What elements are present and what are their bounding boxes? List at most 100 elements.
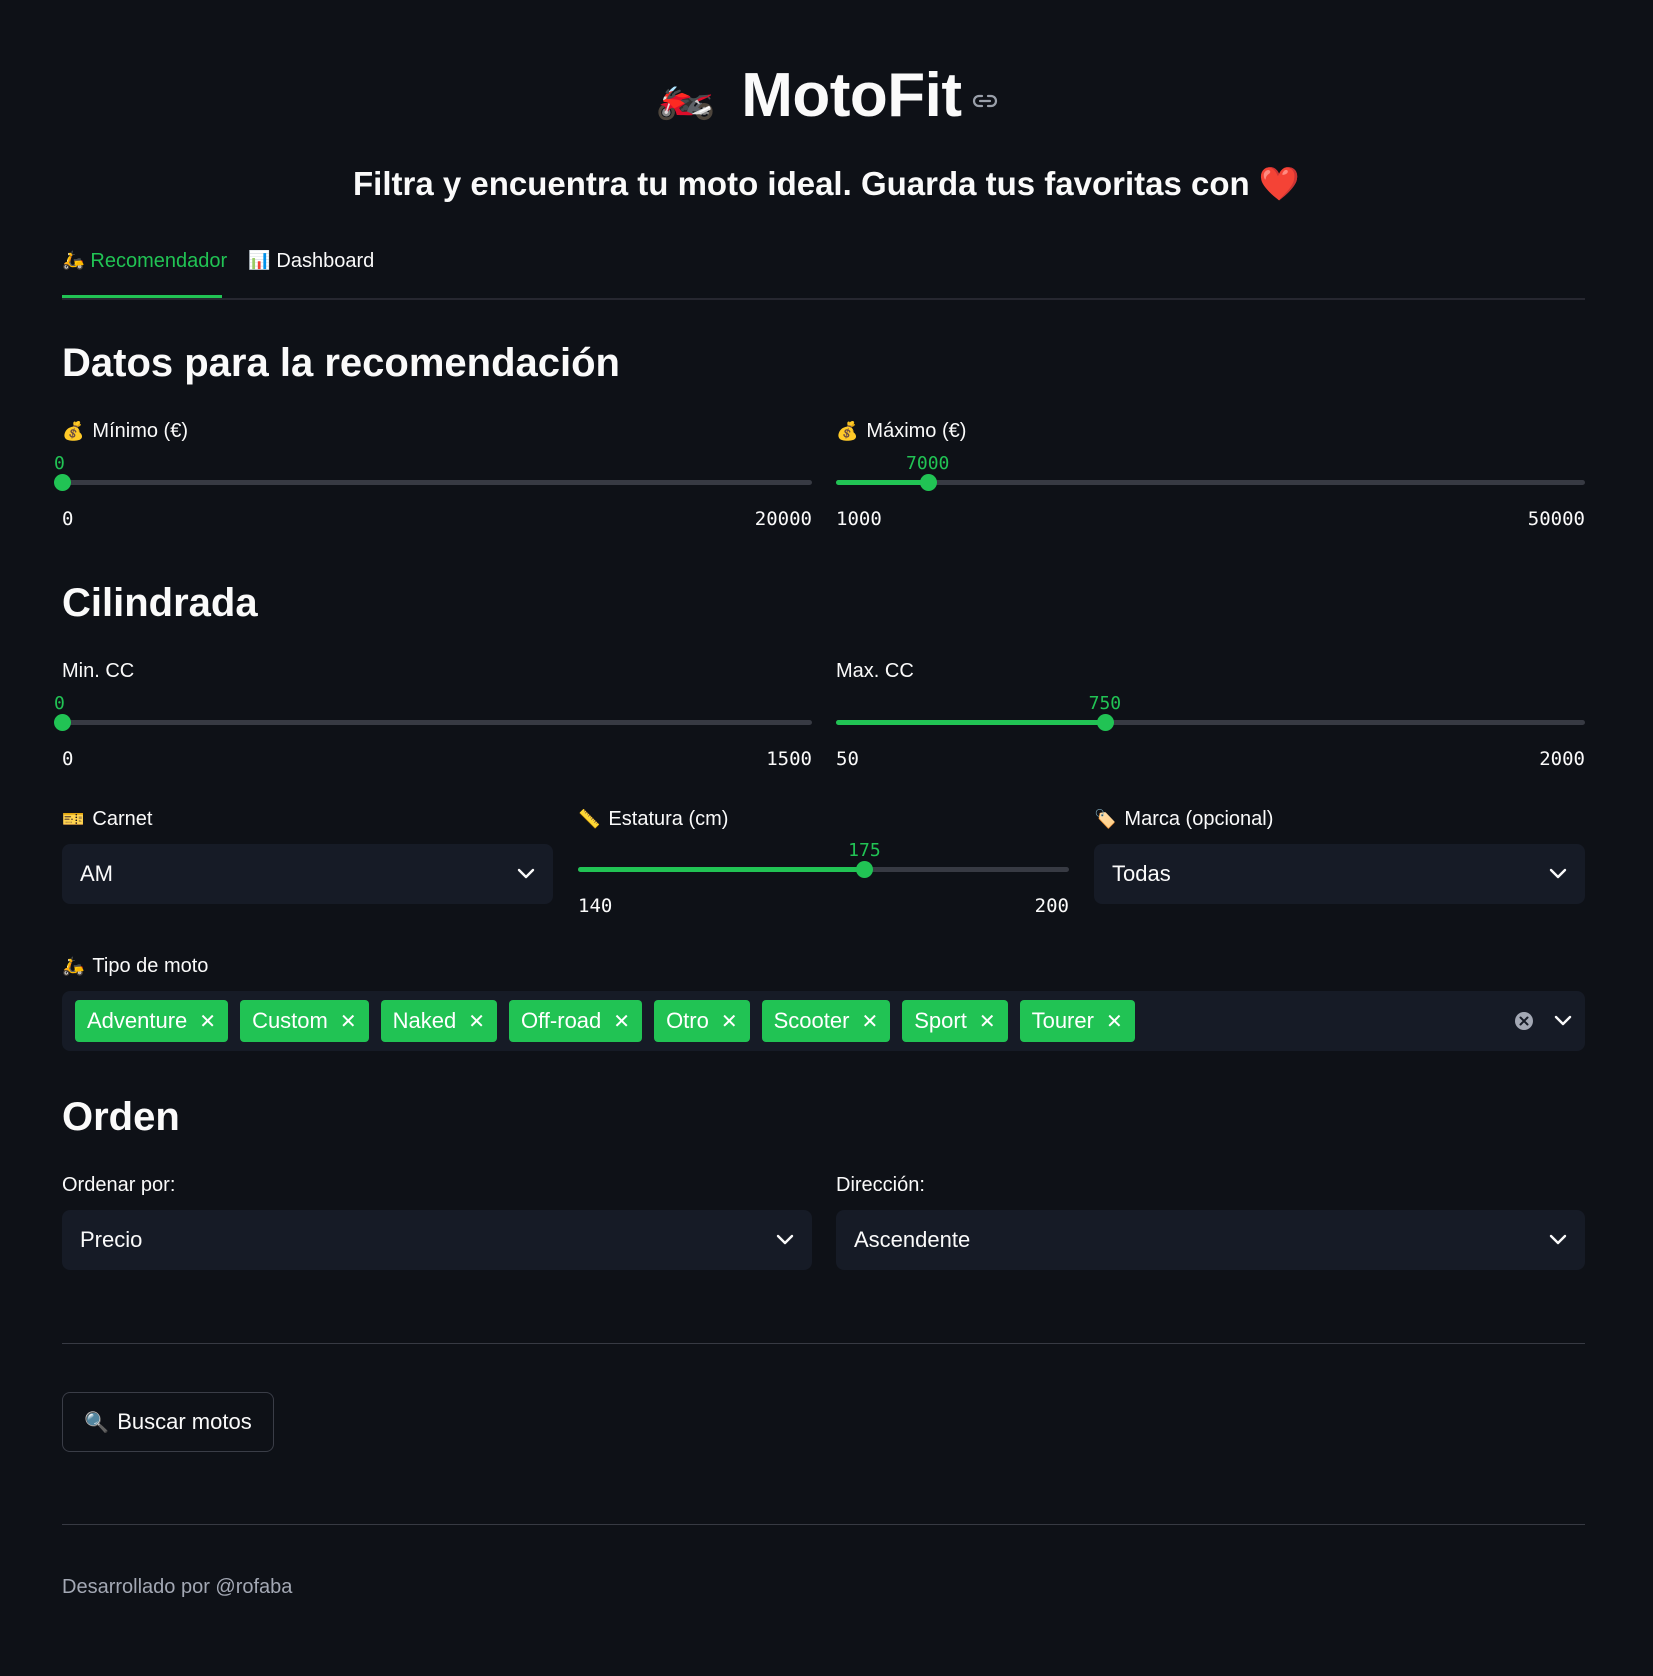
chip-custom: Custom ✕ xyxy=(240,1000,369,1042)
sort-select[interactable]: Precio xyxy=(62,1210,812,1270)
chip-label: Sport xyxy=(914,1008,967,1033)
price-min-slider[interactable]: 0 0 20000 xyxy=(54,453,812,530)
close-icon[interactable]: ✕ xyxy=(340,1009,357,1034)
price-min-label-text: Mínimo (€) xyxy=(92,420,188,442)
chevron-down-icon xyxy=(776,1234,794,1246)
divider xyxy=(62,1343,1585,1344)
chip-tourer: Tourer ✕ xyxy=(1019,1000,1135,1042)
cc-max-label: Max. CC xyxy=(836,660,914,682)
chip-label: Adventure xyxy=(87,1008,188,1033)
chip-label: Off-road xyxy=(520,1008,602,1033)
close-icon[interactable]: ✕ xyxy=(721,1009,738,1034)
cc-max-slider[interactable]: 750 50 2000 xyxy=(836,693,1585,770)
motorcycle-icon: 🏍️ xyxy=(655,68,716,121)
estatura-label-text: Estatura (cm) xyxy=(608,808,729,830)
slider-max-label: 200 xyxy=(1034,895,1069,917)
slider-thumb[interactable] xyxy=(856,861,874,878)
tab-bar: 🛵 Recomendador 📊 Dashboard xyxy=(62,250,1585,300)
app-subtitle: Filtra y encuentra tu moto ideal. Guarda… xyxy=(353,165,1300,202)
tipo-multiselect[interactable]: Adventure ✕ Custom ✕ Naked ✕ Off-road ✕ Otro… xyxy=(62,991,1585,1051)
slider-min-label: 140 xyxy=(578,895,613,917)
slider-track xyxy=(62,480,812,485)
sort-label: Ordenar por: xyxy=(62,1174,176,1196)
slider-thumb[interactable] xyxy=(919,474,937,491)
multiselect-controls xyxy=(1514,1011,1572,1031)
carnet-label: 🎫 Carnet xyxy=(62,808,152,831)
chevron-down-icon xyxy=(1549,1234,1567,1246)
chip-off-road: Off-road ✕ xyxy=(508,1000,643,1042)
chip-label: Naked xyxy=(392,1008,457,1033)
slider-track xyxy=(62,720,812,725)
slider-value: 0 xyxy=(54,453,65,474)
slider-min-label: 1000 xyxy=(836,508,882,530)
close-icon[interactable]: ✕ xyxy=(199,1009,216,1034)
chevron-down-icon xyxy=(517,868,535,880)
slider-thumb[interactable] xyxy=(1096,714,1114,731)
carnet-label-text: Carnet xyxy=(92,808,153,830)
price-max-label-text: Máximo (€) xyxy=(866,420,967,442)
close-icon[interactable]: ✕ xyxy=(861,1009,878,1034)
chip-otro: Otro ✕ xyxy=(654,1000,750,1042)
cc-min-slider[interactable]: 0 0 1500 xyxy=(54,693,812,770)
close-icon[interactable]: ✕ xyxy=(979,1009,996,1034)
estatura-label: 📏 Estatura (cm) xyxy=(578,808,728,831)
slider-value: 750 xyxy=(1088,693,1122,714)
slider-min-label: 0 xyxy=(62,748,74,770)
tipo-label: 🛵 Tipo de moto xyxy=(62,955,208,978)
marca-label: 🏷️ Marca (opcional) xyxy=(1094,808,1273,831)
close-icon[interactable]: ✕ xyxy=(613,1009,630,1034)
tab-label: Recomendador xyxy=(90,250,228,272)
tab-recomendador[interactable]: 🛵 Recomendador xyxy=(62,250,227,296)
bar-chart-icon: 📊 xyxy=(248,250,271,270)
chip-label: Otro xyxy=(666,1008,709,1033)
search-button-label: Buscar motos xyxy=(117,1409,252,1434)
chip-adventure: Adventure ✕ xyxy=(75,1000,229,1042)
app-header: 🏍️ MotoFit xyxy=(0,55,1653,135)
marca-select[interactable]: Todas xyxy=(1094,844,1585,904)
price-max-label: 💰 Máximo (€) xyxy=(836,420,966,443)
slider-thumb[interactable] xyxy=(54,714,71,731)
slider-fill xyxy=(836,720,1105,725)
carnet-value: AM xyxy=(80,861,113,886)
ticket-icon: 🎫 xyxy=(62,809,85,829)
close-icon[interactable]: ✕ xyxy=(468,1009,485,1034)
section-title-cilindrada: Cilindrada xyxy=(62,581,258,625)
cc-min-label: Min. CC xyxy=(62,660,135,682)
slider-min-label: 0 xyxy=(62,508,74,530)
slider-max-label: 50000 xyxy=(1527,508,1585,530)
tab-label: Dashboard xyxy=(276,250,375,272)
direction-select[interactable]: Ascendente xyxy=(836,1210,1585,1270)
money-bag-icon: 💰 xyxy=(836,421,859,441)
marca-value: Todas xyxy=(1112,861,1171,886)
slider-value: 0 xyxy=(54,693,65,714)
tab-dashboard[interactable]: 📊 Dashboard xyxy=(248,250,374,296)
sort-value: Precio xyxy=(80,1227,143,1252)
slider-track xyxy=(836,480,1585,485)
chevron-down-icon[interactable] xyxy=(1554,1015,1572,1027)
chip-sport: Sport ✕ xyxy=(902,1000,1008,1042)
direction-label: Dirección: xyxy=(836,1174,925,1196)
tag-icon: 🏷️ xyxy=(1094,809,1117,829)
slider-thumb[interactable] xyxy=(54,474,71,491)
footer-credit: Desarrollado por @rofaba xyxy=(62,1576,293,1598)
slider-fill xyxy=(836,480,928,485)
chevron-down-icon xyxy=(1549,868,1567,880)
estatura-slider[interactable]: 175 140 200 xyxy=(578,840,1069,917)
chip-label: Tourer xyxy=(1031,1008,1094,1033)
slider-min-label: 50 xyxy=(836,748,859,770)
tipo-label-text: Tipo de moto xyxy=(92,955,209,977)
section-title-recommendation: Datos para la recomendación xyxy=(62,341,620,385)
carnet-select[interactable]: AM xyxy=(62,844,553,904)
section-title-orden: Orden xyxy=(62,1095,180,1139)
slider-max-label: 1500 xyxy=(766,748,812,770)
close-icon[interactable]: ✕ xyxy=(1106,1009,1123,1034)
slider-fill xyxy=(578,867,865,872)
search-button[interactable]: 🔍 Buscar motos xyxy=(62,1392,274,1452)
ruler-icon: 📏 xyxy=(578,809,601,829)
slider-value: 175 xyxy=(848,840,881,861)
app-title: MotoFit xyxy=(741,60,962,130)
link-icon[interactable] xyxy=(972,93,998,109)
clear-all-icon[interactable] xyxy=(1514,1011,1534,1031)
price-max-slider[interactable]: 7000 1000 50000 xyxy=(836,453,1585,530)
divider xyxy=(62,1524,1585,1525)
